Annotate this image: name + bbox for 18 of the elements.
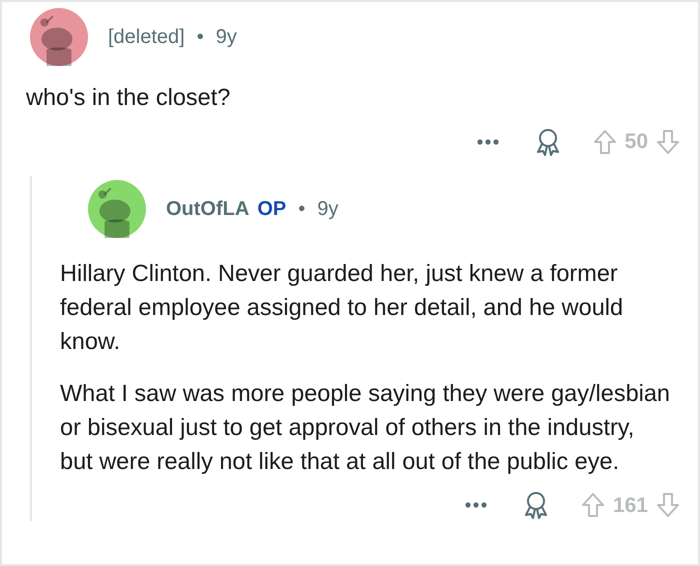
award-icon[interactable] xyxy=(534,128,561,156)
username[interactable]: [deleted] xyxy=(108,22,185,52)
vote-count: 161 xyxy=(612,492,648,518)
avatar-icon[interactable] xyxy=(88,180,146,238)
separator-dot: • xyxy=(196,25,204,50)
comment-text: Hillary Clinton. Never guarded her, just knew a former federal employee assigned to her detail, and he would know. xyxy=(60,258,624,356)
separator-dot: • xyxy=(298,196,306,222)
comment-text: What I saw was more people saying they were gay/lesbian or bisexual just to get approval of others in the industry, but were really not like that at all out of the public eye. xyxy=(60,378,672,476)
vote-count: 50 xyxy=(624,129,648,155)
username[interactable]: OutOfLA xyxy=(166,194,250,224)
award-icon[interactable] xyxy=(522,491,549,520)
op-label: OP xyxy=(257,196,286,222)
avatar-icon[interactable] xyxy=(30,8,88,66)
more-icon[interactable] xyxy=(464,502,487,508)
comment-age: 9y xyxy=(216,25,237,50)
comment-age: 9y xyxy=(317,196,338,222)
comment-text: who's in the closet? xyxy=(26,83,232,112)
more-icon[interactable] xyxy=(476,138,499,145)
